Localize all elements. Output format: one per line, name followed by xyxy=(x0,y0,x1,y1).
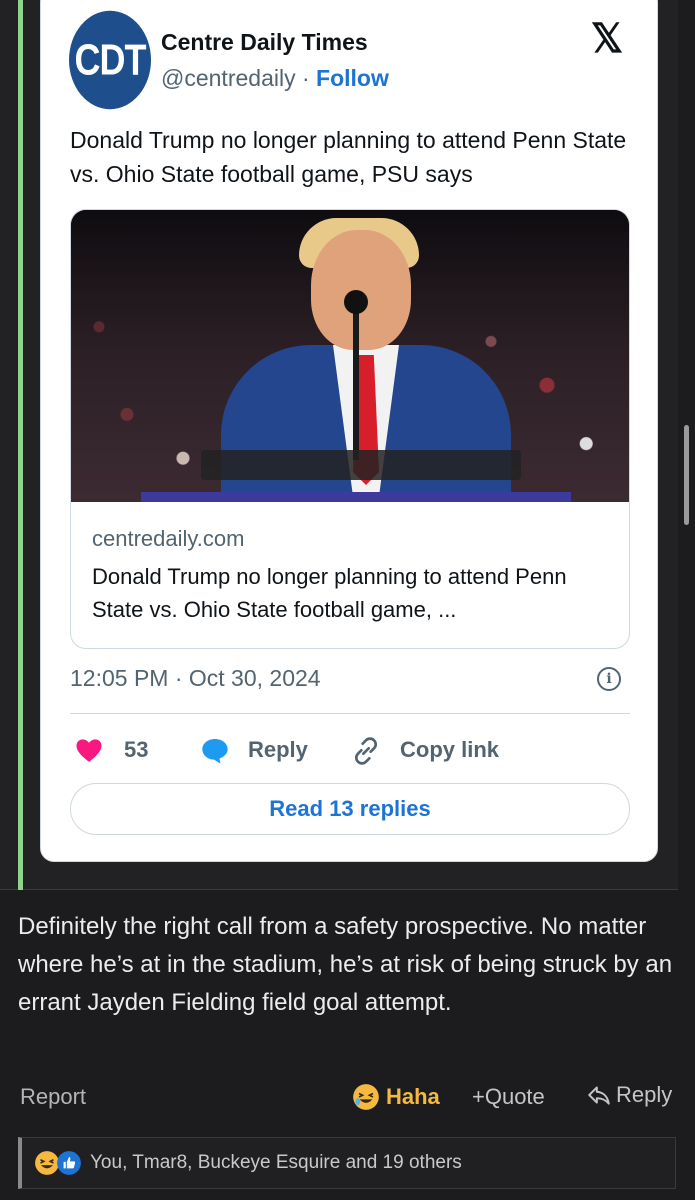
quote-bar xyxy=(18,0,23,890)
post-reply-label: Reply xyxy=(616,1082,673,1107)
x-logo-icon[interactable]: 𝕏 xyxy=(587,19,627,59)
tweet-text: Donald Trump no longer planning to atten… xyxy=(70,127,627,187)
meta-separator: · xyxy=(295,65,317,91)
post-reply-button[interactable]: Reply xyxy=(586,1082,672,1108)
reply-button[interactable]: Reply xyxy=(248,737,308,763)
follow-button[interactable]: Follow xyxy=(316,65,389,91)
author-handle[interactable]: @centredaily xyxy=(161,65,296,91)
post-body: Definitely the right call from a safety … xyxy=(18,913,673,1016)
reactions-text[interactable]: You, Tmar8, Buckeye Esquire and 19 other… xyxy=(90,1152,462,1174)
author-meta: @centredaily · Follow xyxy=(161,65,389,92)
quote-button[interactable]: +Quote xyxy=(472,1084,545,1110)
likes-count[interactable]: 53 xyxy=(124,737,148,763)
speaker-head xyxy=(311,230,411,350)
haha-label: Haha xyxy=(386,1084,440,1109)
embedded-quote: CDT Centre Daily Times @centredaily · Fo… xyxy=(0,0,678,890)
reply-bubble-icon[interactable] xyxy=(199,735,231,767)
tweet-card[interactable]: CDT Centre Daily Times @centredaily · Fo… xyxy=(40,0,658,862)
reaction-icons xyxy=(34,1150,82,1176)
podium-front xyxy=(141,492,571,502)
link-preview-card[interactable]: centredaily.com Donald Trump no longer p… xyxy=(70,209,630,649)
divider xyxy=(70,713,630,714)
link-title: Donald Trump no longer planning to atten… xyxy=(92,564,567,622)
avatar[interactable]: CDT xyxy=(69,10,151,110)
haha-reaction-button[interactable]: Haha xyxy=(352,1082,440,1112)
reply-arrow-icon xyxy=(588,1086,610,1105)
tweet-timestamp[interactable]: 12:05 PM · Oct 30, 2024 xyxy=(70,665,321,692)
link-domain: centredaily.com xyxy=(92,526,245,551)
microphone-stand xyxy=(353,300,359,460)
copy-link-button[interactable]: Copy link xyxy=(400,737,499,763)
laughing-emoji-icon xyxy=(353,1084,379,1110)
microphone-icon xyxy=(344,290,368,314)
tweet-actions: 53 Reply Copy link xyxy=(70,731,630,771)
author-name[interactable]: Centre Daily Times xyxy=(161,29,368,56)
read-replies-button[interactable]: Read 13 replies xyxy=(70,783,630,835)
link-preview-image[interactable] xyxy=(71,210,629,502)
info-icon[interactable]: i xyxy=(597,667,621,691)
report-button[interactable]: Report xyxy=(20,1084,86,1110)
reactions-bar[interactable]: You, Tmar8, Buckeye Esquire and 19 other… xyxy=(18,1137,676,1189)
thumbs-up-icon xyxy=(57,1151,81,1175)
scrollbar-thumb[interactable] xyxy=(684,425,689,525)
heart-icon[interactable] xyxy=(74,735,104,765)
podium xyxy=(201,450,521,480)
link-chain-icon[interactable] xyxy=(350,735,382,767)
